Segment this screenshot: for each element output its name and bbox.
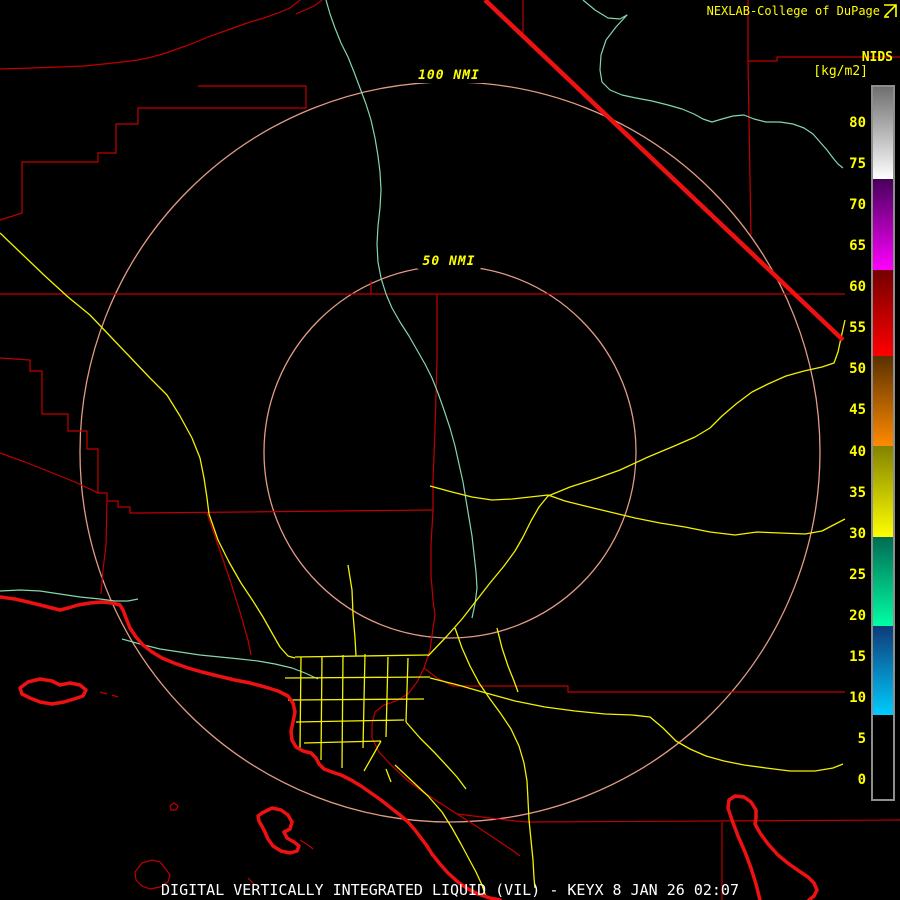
scale-units-label: [kg/m2] bbox=[813, 64, 868, 79]
brand-text: NEXLAB-College of DuPage bbox=[707, 4, 880, 18]
county-boundaries bbox=[0, 0, 900, 900]
inner-range-ring-label: 50 NMI bbox=[418, 254, 481, 269]
island-santa-cruz bbox=[20, 679, 86, 704]
coastline bbox=[0, 597, 500, 900]
range-ring-50nmi bbox=[264, 266, 636, 638]
colorbar bbox=[871, 85, 895, 801]
dupage-logo-icon bbox=[883, 4, 898, 19]
island-santa-barbara bbox=[170, 803, 178, 810]
island-catalina bbox=[258, 808, 299, 853]
river-mojave bbox=[326, 0, 477, 618]
product-title: DIGITAL VERTICALLY INTEGRATED LIQUID (VI… bbox=[0, 881, 900, 899]
river-northeast bbox=[583, 0, 843, 168]
map-canvas bbox=[0, 0, 900, 900]
highways bbox=[0, 233, 845, 897]
island-anacapa bbox=[100, 692, 118, 697]
radar-viewport: 100 NMI 50 NMI NEXLAB-College of DuPage … bbox=[0, 0, 900, 900]
range-ring-100nmi bbox=[80, 82, 820, 822]
colorbar-gradient bbox=[873, 87, 893, 799]
island-catalina-tail bbox=[300, 840, 313, 849]
river-santa-clara bbox=[122, 639, 318, 679]
thick-red-features bbox=[0, 0, 843, 900]
range-rings bbox=[80, 82, 820, 822]
rivers bbox=[0, 0, 843, 679]
freeway-grid bbox=[285, 654, 466, 789]
islands-thin bbox=[100, 692, 313, 889]
outer-range-ring-label: 100 NMI bbox=[413, 68, 485, 83]
scale-system-label: NIDS bbox=[862, 50, 893, 65]
